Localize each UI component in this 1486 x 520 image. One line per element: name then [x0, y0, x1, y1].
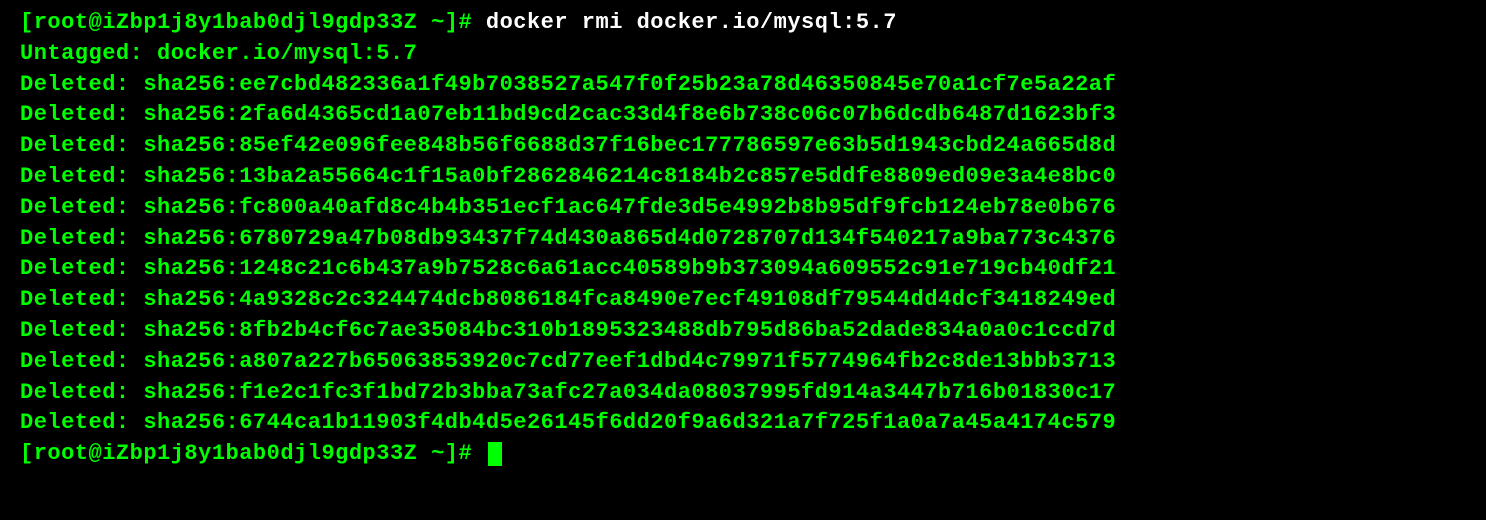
output-deleted-line: Deleted: sha256:13ba2a55664c1f15a0bf2862… [20, 162, 1466, 193]
terminal-command-line-2[interactable]: [root@iZbp1j8y1bab0djl9gdp33Z ~]# [20, 439, 1466, 470]
command-text: docker rmi docker.io/mysql:5.7 [486, 10, 897, 35]
output-deleted-line: Deleted: sha256:a807a227b65063853920c7cd… [20, 347, 1466, 378]
output-untagged: Untagged: docker.io/mysql:5.7 [20, 39, 1466, 70]
terminal-command-line-1: [root@iZbp1j8y1bab0djl9gdp33Z ~]# docker… [20, 8, 1466, 39]
output-deleted-line: Deleted: sha256:4a9328c2c324474dcb808618… [20, 285, 1466, 316]
deleted-lines-container: Deleted: sha256:ee7cbd482336a1f49b703852… [20, 70, 1466, 440]
output-deleted-line: Deleted: sha256:f1e2c1fc3f1bd72b3bba73af… [20, 378, 1466, 409]
output-deleted-line: Deleted: sha256:2fa6d4365cd1a07eb11bd9cd… [20, 100, 1466, 131]
output-deleted-line: Deleted: sha256:6780729a47b08db93437f74d… [20, 224, 1466, 255]
output-deleted-line: Deleted: sha256:8fb2b4cf6c7ae35084bc310b… [20, 316, 1466, 347]
cursor-block [488, 442, 502, 466]
output-deleted-line: Deleted: sha256:ee7cbd482336a1f49b703852… [20, 70, 1466, 101]
output-deleted-line: Deleted: sha256:6744ca1b11903f4db4d5e261… [20, 408, 1466, 439]
output-deleted-line: Deleted: sha256:fc800a40afd8c4b4b351ecf1… [20, 193, 1466, 224]
output-deleted-line: Deleted: sha256:85ef42e096fee848b56f6688… [20, 131, 1466, 162]
output-deleted-line: Deleted: sha256:1248c21c6b437a9b7528c6a6… [20, 254, 1466, 285]
shell-prompt-1: [root@iZbp1j8y1bab0djl9gdp33Z ~]# [20, 10, 486, 35]
shell-prompt-2: [root@iZbp1j8y1bab0djl9gdp33Z ~]# [20, 441, 486, 466]
